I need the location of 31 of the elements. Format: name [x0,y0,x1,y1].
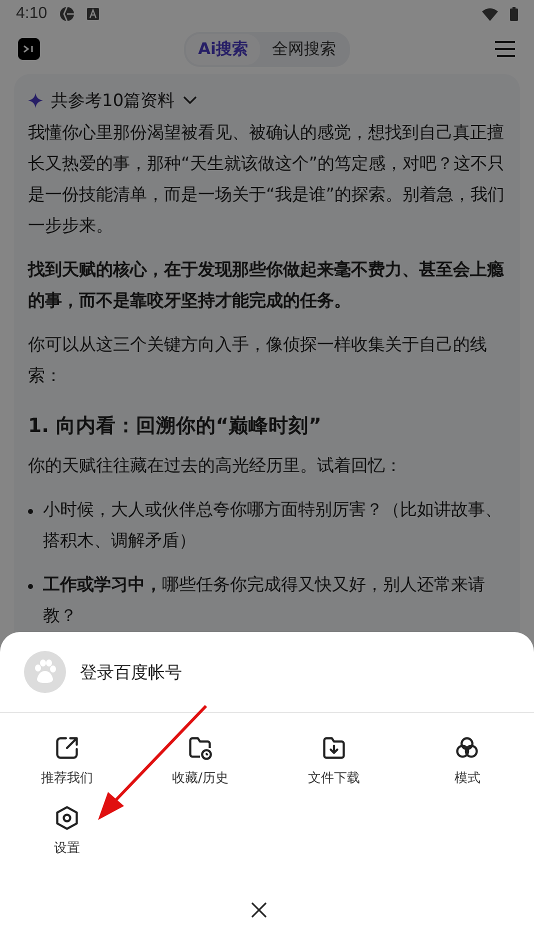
aperture-icon [59,6,76,22]
login-link[interactable]: 登录百度帐号 [80,660,182,684]
answer-paragraph: 我懂你心里那份渴望被看见、被确认的感觉，想找到自己真正擅长又热爱的事，那种“天生就该做这个”的笃定感，对吧？这不只是一份技能清单，而是一场关于“我是谁”的探索。别着急，我们一步步来。 [28,122,506,238]
keyboard-icon [87,8,100,20]
wifi-icon [482,8,498,20]
menu-icon[interactable] [494,40,516,58]
answer-paragraph: 你可以从这三个关键方向入手，像侦探一样收集关于自己的线索： [28,334,488,388]
menu-item[interactable]: 模式 [448,733,486,789]
menu-item[interactable]: 设置 [48,803,86,859]
answer-paragraph: 找到天赋的核心，在于发现那些你做起来毫不费力、甚至会上瘾的事，而不是靠咬牙坚持才能完成的任务。 [28,259,505,313]
app-logo-icon[interactable] [18,38,40,60]
section-heading: 1. 向内看：回溯你的“巅峰时刻” [28,413,322,439]
share-icon [54,735,80,761]
settings-icon [54,805,80,831]
sparkle-icon [28,92,43,108]
sources-link[interactable]: 共参考10篇资料 [51,88,175,112]
chevron-down-icon[interactable] [182,96,197,104]
clock-time: 4:10 [16,5,48,23]
folder-download-icon [320,735,347,761]
search-mode-tab[interactable]: 全网搜索 [260,34,348,64]
menu-item[interactable]: 收藏/历史 [166,733,234,789]
search-mode-tab[interactable]: Ai搜索 [186,34,260,64]
bullet-dot [28,509,33,514]
bullet-text: 小时候，大人或伙伴总夸你哪方面特别厉害？（比如讲故事、搭积木、调解矛盾） [43,499,503,553]
bullet-text: 工作或学习中，哪些任务你完成得又快又好，别人还常来请教？ [43,574,486,628]
answer-paragraph: 你的天赋往往藏在过去的高光经历里。试着回忆： [28,455,403,478]
folder-clock-icon [187,735,214,761]
bullet-dot [28,584,33,589]
battery-icon [510,7,518,21]
menu-item[interactable]: 推荐我们 [34,733,99,789]
menu-item[interactable]: 文件下载 [302,733,366,789]
